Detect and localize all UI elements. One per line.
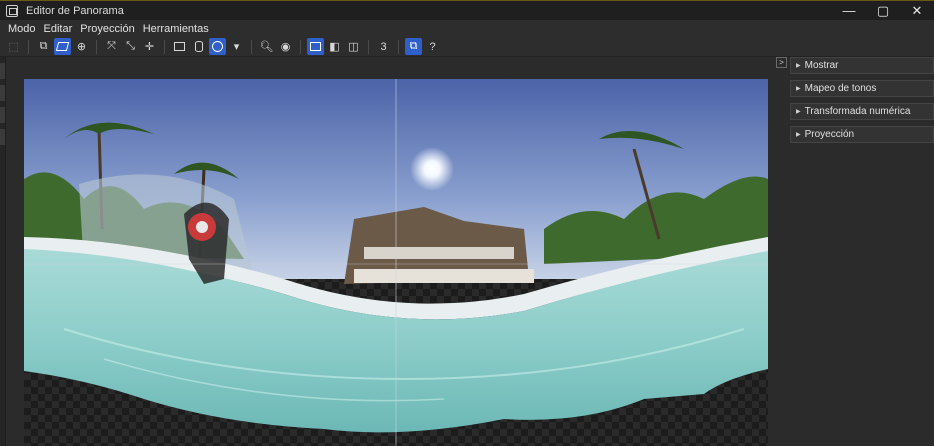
section-mostrar[interactable]: ▶ Mostrar [790,57,934,74]
book-view-icon: ◫ [348,41,359,53]
cylindrical-projection-button[interactable] [190,38,207,55]
distort-icon [55,42,70,51]
toolbar-separator [164,39,165,54]
move-layers-button[interactable]: ⧉ [35,38,52,55]
section-mapeo-de-tonos[interactable]: ▶ Mapeo de tonos [790,80,934,97]
window-controls: — ▢ ✕ [832,1,934,20]
projection-dropdown-button[interactable]: ▾ [228,38,245,55]
canvas-area[interactable] [7,57,772,446]
section-label: Transformada numérica [804,106,911,117]
section-label: Mapeo de tonos [804,83,877,94]
toolbar: ⬚ ⧉ ⊕ ⤧ ⤡ ✛ ▾ 🔍︎ ◉ ◧ ◫ 3 ⧉? [0,37,934,57]
rail-tab[interactable] [0,129,5,145]
left-rail [0,57,6,446]
menu-editar[interactable]: Editar [40,23,77,35]
app-logo-icon [6,4,18,17]
move-layers-icon: ⧉ [39,40,48,52]
rail-tab[interactable] [0,85,5,101]
projection-dropdown-icon: ▾ [233,41,240,53]
expand-arrow-icon: ▶ [796,132,801,138]
window-title: Editor de Panorama [26,4,124,17]
zoom-button[interactable]: 🔍︎ [258,38,275,55]
split-view-button[interactable]: ◧ [326,38,343,55]
preview-eye-icon: ◉ [280,41,291,53]
spherical-projection-icon [212,41,223,52]
panel-collapse-button[interactable]: > [776,57,787,68]
section-label: Proyección [804,129,855,140]
layers-icon: ⧉ [409,40,418,52]
split-view-icon: ◧ [329,41,340,53]
menu-modo[interactable]: Modo [4,23,40,35]
fit-all-icon: ⤧ [107,40,116,52]
toolbar-separator [28,39,29,54]
cylindrical-projection-icon [194,41,203,52]
select-button[interactable]: ⬚ [5,38,22,55]
toolbar-separator [300,39,301,54]
maximize-button[interactable]: ▢ [866,1,900,20]
toolbar-separator [368,39,369,54]
toolbar-separator [251,39,252,54]
panorama-image [24,79,768,446]
single-view-icon [310,42,321,51]
planar-projection-button[interactable] [171,38,188,55]
panorama-preview[interactable] [24,79,768,446]
planar-projection-icon [174,42,185,51]
title-bar: Editor de Panorama — ▢ ✕ [0,0,934,20]
preview-eye-button[interactable]: ◉ [277,38,294,55]
layers-button[interactable]: ⧉ [405,38,422,55]
toolbar-separator [96,39,97,54]
help-icon: ? [429,40,436,53]
fit-all-button[interactable]: ⤧ [103,38,120,55]
rail-tab[interactable] [0,107,5,123]
zoom-icon: 🔍︎ [259,41,274,53]
three-d-button[interactable]: 3 [375,38,392,55]
center-target-icon: ⊕ [76,41,87,53]
select-icon: ⬚ [8,41,19,53]
menu-herramientas[interactable]: Herramientas [139,23,213,35]
properties-panel: > ▶ Mostrar ▶ Mapeo de tonos ▶ Transform… [772,57,934,446]
toolbar-separator [398,39,399,54]
expand-arrow-icon: ▶ [796,86,801,92]
single-view-button[interactable] [307,38,324,55]
section-proyeccion[interactable]: ▶ Proyección [790,126,934,143]
menu-bar: Modo Editar Proyección Herramientas [0,20,934,37]
distort-button[interactable] [54,38,71,55]
fit-inward-icon: ⤡ [126,40,135,52]
menu-proyeccion[interactable]: Proyección [76,23,138,35]
rail-tab[interactable] [0,63,5,79]
spherical-projection-button[interactable] [209,38,226,55]
help-button[interactable]: ? [424,38,441,55]
fit-inward-button[interactable]: ⤡ [122,38,139,55]
three-d-icon: 3 [380,40,387,53]
straighten-button[interactable]: ✛ [141,38,158,55]
expand-arrow-icon: ▶ [796,63,801,69]
minimize-button[interactable]: — [832,1,866,20]
close-button[interactable]: ✕ [900,1,934,20]
center-target-button[interactable]: ⊕ [73,38,90,55]
book-view-button[interactable]: ◫ [345,38,362,55]
section-transformada-numerica[interactable]: ▶ Transformada numérica [790,103,934,120]
straighten-icon: ✛ [144,41,155,53]
section-label: Mostrar [804,60,839,71]
expand-arrow-icon: ▶ [796,109,801,115]
